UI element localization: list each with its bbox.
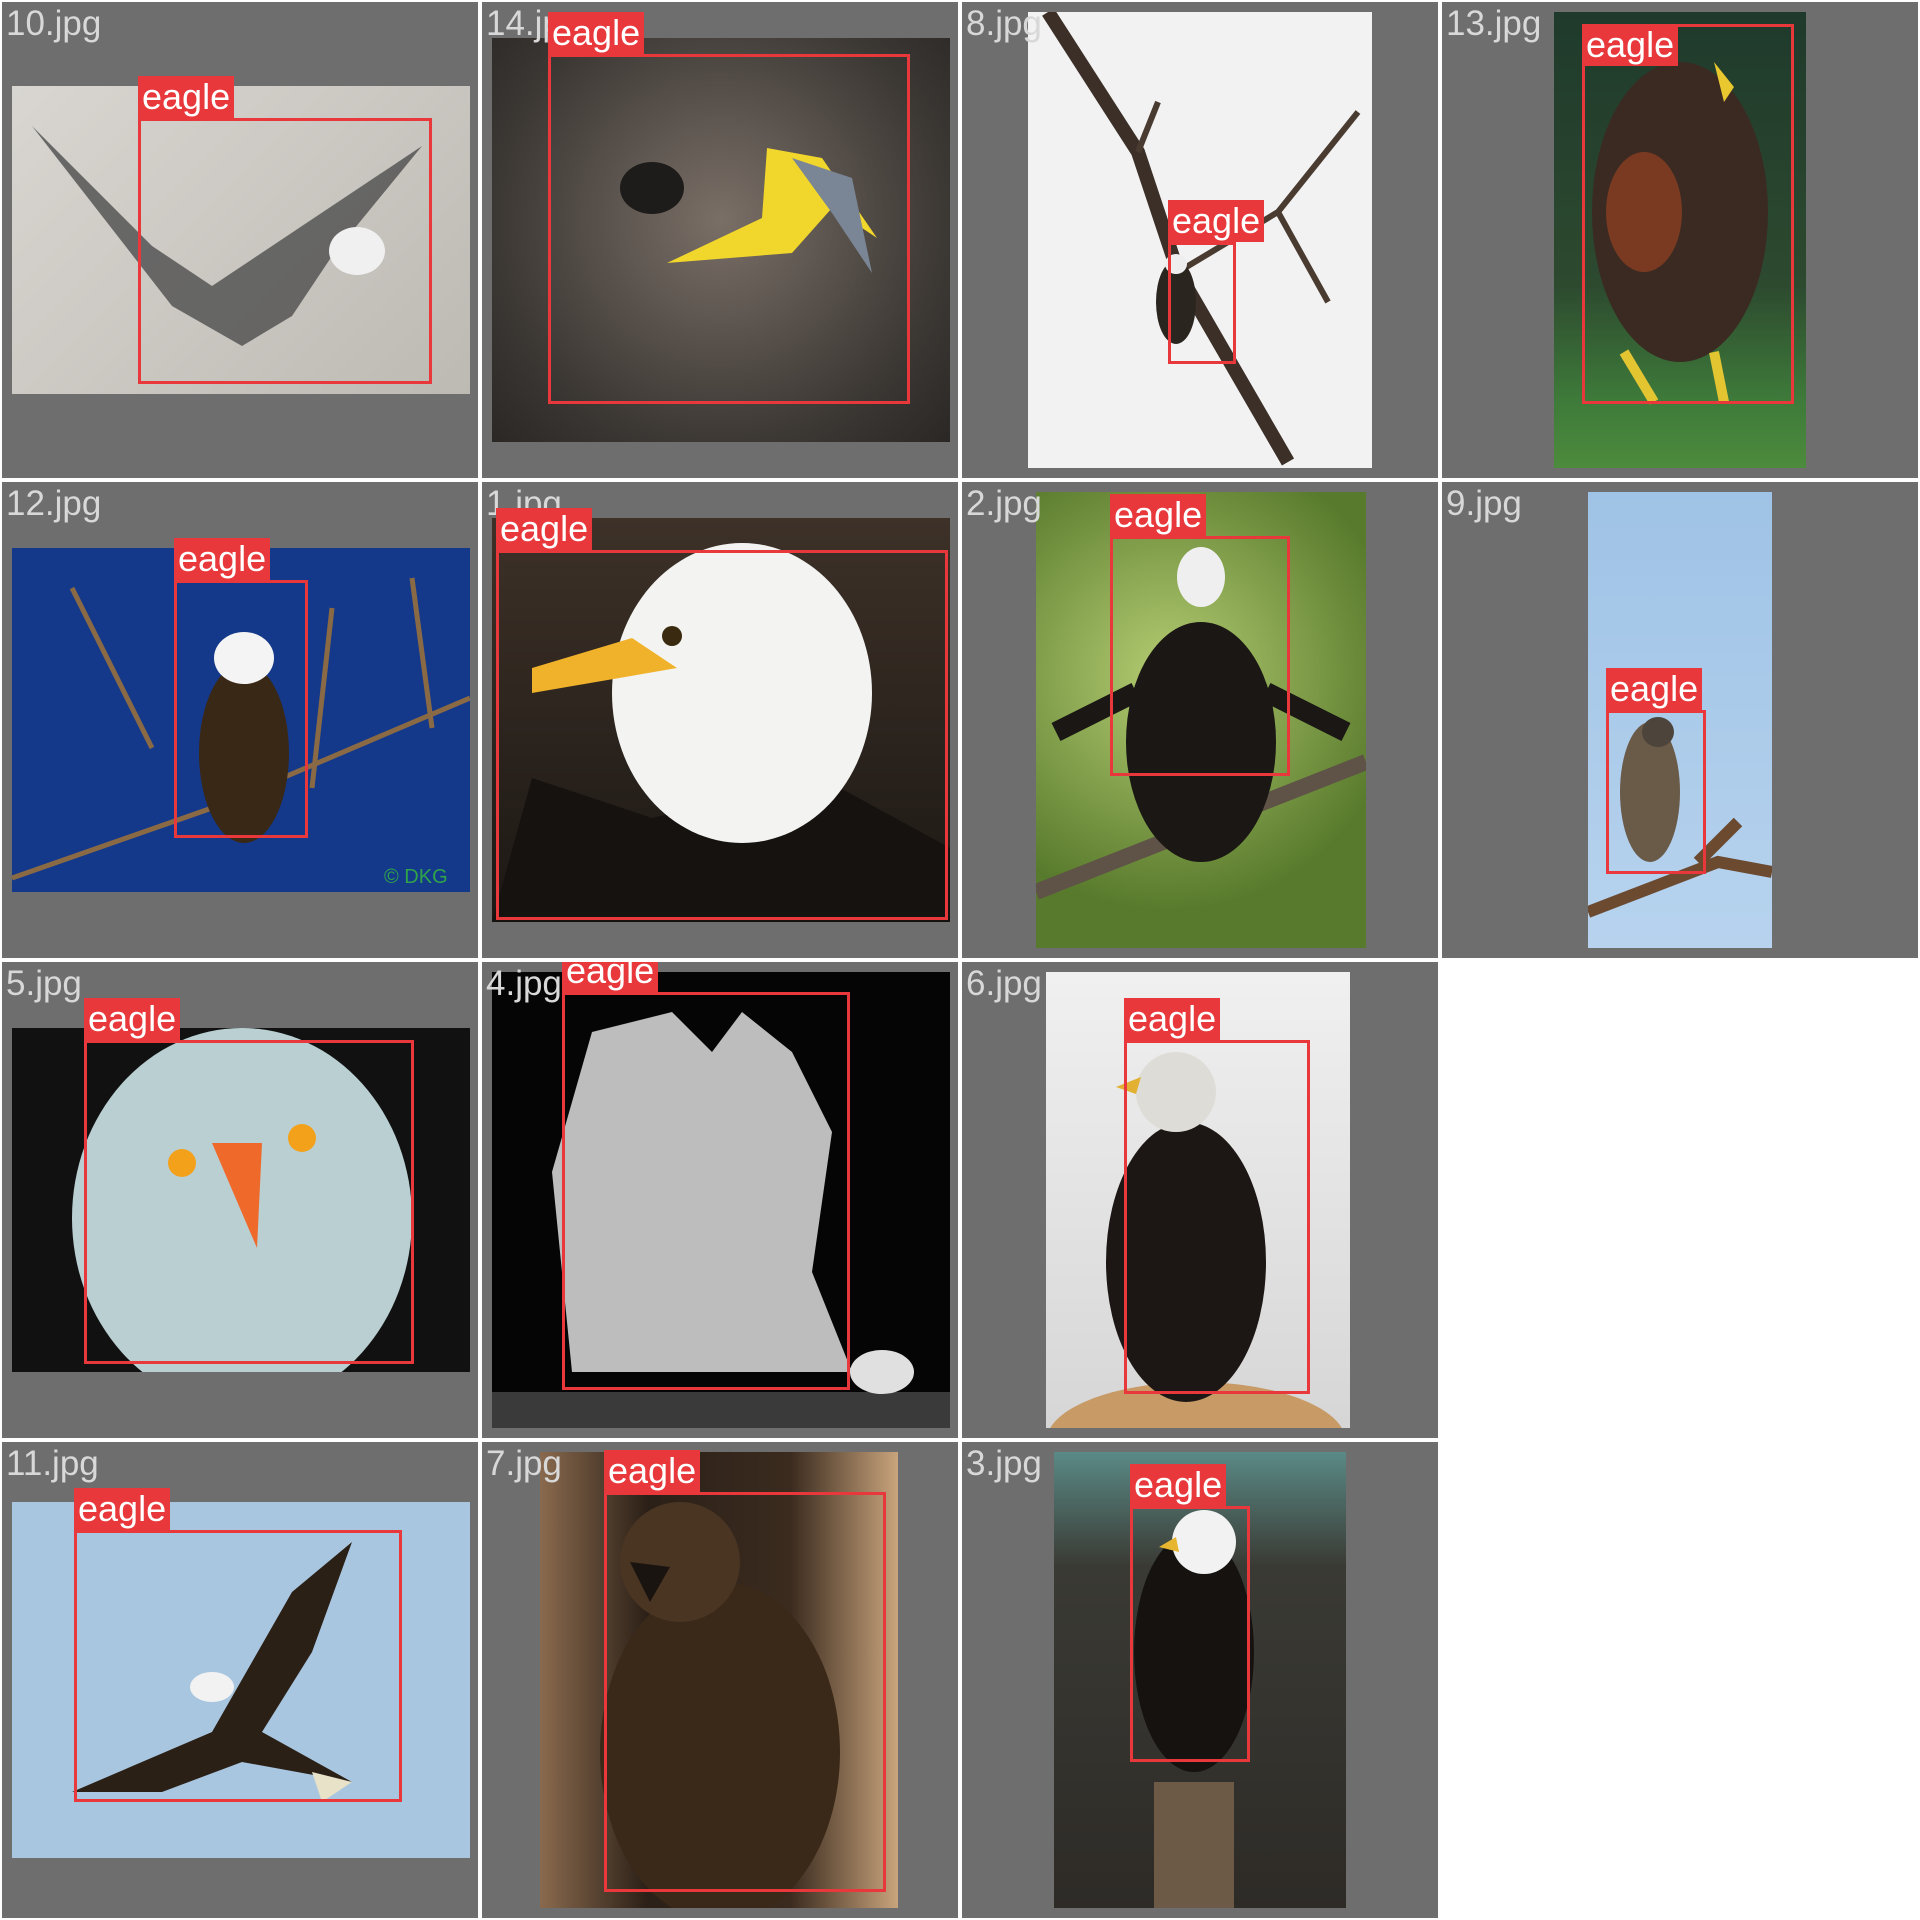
image-tile[interactable]: 2.jpg eagle (962, 482, 1438, 958)
detection-label: eagle (1582, 24, 1679, 66)
image-tile[interactable]: 14.jpg eagle (482, 2, 958, 478)
detection-label: eagle (604, 1450, 701, 1492)
image-tile[interactable]: 1.jpg eagle (482, 482, 958, 958)
detection-label: eagle (138, 76, 235, 118)
image-tile[interactable]: 9.jpg eagle (1442, 482, 1918, 958)
detection-label: eagle (174, 538, 271, 580)
image-filename: 2.jpg (966, 484, 1042, 523)
detection-box (496, 550, 948, 920)
detection-label: eagle (1124, 998, 1221, 1040)
detection-box (1110, 536, 1290, 776)
svg-text:© DKG: © DKG (384, 866, 448, 888)
image-tile[interactable]: 4.jpg eagle (482, 962, 958, 1438)
detection-box (1582, 24, 1794, 404)
image-filename: 8.jpg (966, 4, 1042, 43)
detection-box (84, 1040, 414, 1364)
image-tile[interactable]: 11.jpg eagle (2, 1442, 478, 1918)
detection-box (562, 992, 850, 1390)
image-tile[interactable]: 3.jpg eagle (962, 1442, 1438, 1918)
detection-label: eagle (84, 998, 181, 1040)
image-tile[interactable]: 5.jpg eagle (2, 962, 478, 1438)
detection-label: eagle (548, 12, 645, 54)
image-filename: 6.jpg (966, 964, 1042, 1003)
detection-results-grid: 10.jpg eagle 14.jpg eagle 8.jpg eagle 13… (0, 0, 1920, 1920)
image-tile[interactable]: 13.jpg eagle (1442, 2, 1918, 478)
detection-box (548, 54, 910, 404)
detection-label: eagle (496, 508, 593, 550)
image-tile[interactable]: 8.jpg eagle (962, 2, 1438, 478)
detection-box (1130, 1506, 1250, 1762)
image-tile[interactable]: 6.jpg eagle (962, 962, 1438, 1438)
detection-box (1124, 1040, 1310, 1394)
detection-label: eagle (1110, 494, 1207, 536)
image-filename: 5.jpg (6, 964, 82, 1003)
detection-box (174, 580, 308, 838)
detection-box (1606, 710, 1706, 874)
image-filename: 13.jpg (1446, 4, 1542, 43)
detection-box (604, 1492, 886, 1892)
image-filename: 9.jpg (1446, 484, 1522, 523)
detection-label: eagle (562, 962, 659, 992)
detection-label: eagle (1168, 200, 1265, 242)
image-tile[interactable]: 10.jpg eagle (2, 2, 478, 478)
image-filename: 10.jpg (6, 4, 102, 43)
detection-label: eagle (1606, 668, 1703, 710)
image-filename: 12.jpg (6, 484, 102, 523)
image-filename: 4.jpg (486, 964, 562, 1003)
image-tile[interactable]: © DKG 12.jpg eagle (2, 482, 478, 958)
detection-label: eagle (1130, 1464, 1227, 1506)
image-filename: 11.jpg (6, 1444, 99, 1483)
image-filename: 3.jpg (966, 1444, 1042, 1483)
image-tile[interactable]: 7.jpg eagle (482, 1442, 958, 1918)
detection-box (74, 1530, 402, 1802)
detection-label: eagle (74, 1488, 171, 1530)
detection-box (138, 118, 432, 384)
image-filename: 7.jpg (486, 1444, 562, 1483)
detection-box (1168, 242, 1236, 364)
